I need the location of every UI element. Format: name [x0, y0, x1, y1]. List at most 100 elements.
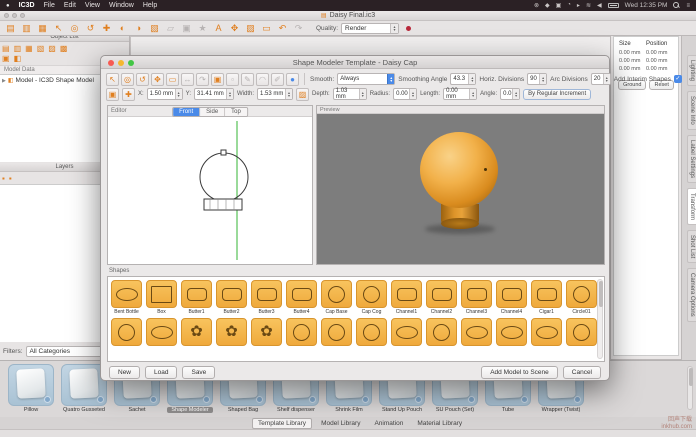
text-ai-icon[interactable]: A — [212, 22, 225, 35]
shape-thumbnail[interactable] — [356, 280, 387, 308]
shape-tile[interactable] — [566, 318, 597, 347]
pencil-tool-icon[interactable]: ✐ — [271, 73, 284, 86]
stepper-icon[interactable]: ▴▾ — [539, 74, 546, 84]
node-tool-icon[interactable]: ▫ — [226, 73, 239, 86]
shape-tile[interactable]: Channel1 — [391, 280, 422, 315]
visibility-icon[interactable]: ◧ — [14, 54, 22, 63]
stepper-icon[interactable]: ▴▾ — [603, 74, 610, 84]
shape-thumbnail[interactable] — [146, 318, 177, 346]
fill-tool-icon[interactable]: ▣ — [211, 73, 224, 86]
shape-thumbnail[interactable] — [531, 318, 562, 346]
side-tab[interactable]: Label Settings — [687, 135, 696, 183]
rotate-tool-icon[interactable]: ↺ — [136, 73, 149, 86]
angle-field[interactable]: 0.0 ▴▾ — [500, 88, 520, 100]
shape-tile[interactable] — [531, 318, 562, 347]
shape-thumbnail[interactable] — [321, 280, 352, 308]
add-interim-shapes-checkbox[interactable]: ✓ — [674, 75, 682, 83]
shape-tile[interactable] — [391, 318, 422, 347]
stepper-icon[interactable]: ▴▾ — [390, 24, 398, 33]
library-tab[interactable]: Model Library — [316, 419, 365, 428]
notification-center-icon[interactable]: ≡ — [686, 3, 690, 9]
shape-tile[interactable]: Channel2 — [426, 280, 457, 315]
bluetooth-icon[interactable]: ▸ — [577, 2, 580, 9]
display-icon[interactable]: ▣ — [556, 2, 562, 9]
shape-tile[interactable] — [216, 318, 247, 347]
select-tool-icon[interactable]: ↖ — [106, 73, 119, 86]
light-icon[interactable]: ◑ — [132, 22, 145, 35]
profile-canvas[interactable] — [108, 117, 312, 264]
remove-layer-icon[interactable]: ▪ — [9, 174, 12, 183]
menu-item[interactable]: Window — [109, 2, 134, 9]
shape-tile[interactable]: Butter1 — [181, 280, 212, 315]
smooth-dot-icon[interactable]: ● — [286, 73, 299, 86]
flip-tool-icon[interactable]: ↷ — [196, 73, 209, 86]
save-icon[interactable]: ▦ — [36, 22, 49, 35]
window-controls[interactable] — [4, 13, 25, 18]
shape-tile[interactable] — [461, 318, 492, 347]
undo-icon[interactable]: ↶ — [276, 22, 289, 35]
radius-field[interactable]: 0.00 ▴▾ — [393, 88, 417, 100]
spotlight-search-icon[interactable] — [673, 2, 680, 9]
menu-clock[interactable]: Wed 12:35 PM — [625, 2, 668, 9]
stepper-icon[interactable]: ▴▾ — [468, 74, 475, 84]
zoom-tool-icon[interactable]: ◎ — [121, 73, 134, 86]
position-value[interactable]: 0.00 mm — [646, 58, 673, 64]
template-scrollbar[interactable] — [687, 366, 693, 410]
link-icon[interactable]: ▣ — [2, 54, 10, 63]
shape-tile[interactable]: Bent Bottle — [111, 280, 142, 315]
move-icon[interactable]: ✚ — [100, 22, 113, 35]
position-value[interactable]: 0.00 mm — [646, 66, 673, 72]
shape-tile[interactable]: Circle01 — [566, 280, 597, 315]
library-tab[interactable]: Template Library — [252, 418, 312, 429]
shape-tile[interactable]: Box — [146, 280, 177, 315]
shape-thumbnail[interactable] — [566, 280, 597, 308]
shape-tile[interactable] — [321, 318, 352, 347]
add-layer-icon[interactable]: ▪ — [2, 174, 5, 183]
side-tab[interactable]: Lighting — [687, 55, 696, 86]
stepper-icon[interactable]: ▴▾ — [285, 89, 292, 99]
shape-tile[interactable]: Channel4 — [496, 280, 527, 315]
shape-thumbnail[interactable] — [461, 280, 492, 308]
shape-thumbnail[interactable] — [426, 280, 457, 308]
shape-thumbnail[interactable] — [216, 318, 247, 346]
box-model-icon[interactable]: ▨ — [244, 22, 257, 35]
new-file-icon[interactable]: ▤ — [4, 22, 17, 35]
shape-thumbnail[interactable] — [461, 318, 492, 346]
shape-thumbnail[interactable] — [181, 280, 212, 308]
regular-increment-button[interactable]: By Regular Increment — [523, 89, 591, 100]
template-tile[interactable]: Pillow — [8, 364, 54, 417]
menu-item[interactable]: Help — [143, 2, 157, 9]
shape-tile[interactable] — [496, 318, 527, 347]
horiz-divisions-field[interactable]: 90 ▴▾ — [527, 73, 547, 85]
cylinder-icon[interactable]: ▭ — [260, 22, 273, 35]
shape-thumbnail[interactable] — [426, 318, 457, 346]
shape-thumbnail[interactable] — [356, 318, 387, 346]
side-tab[interactable]: Transform — [687, 188, 696, 225]
shape-tile[interactable] — [286, 318, 317, 347]
shape-thumbnail[interactable] — [251, 280, 282, 308]
shape-tile[interactable]: Channel3 — [461, 280, 492, 315]
shade-icon[interactable]: ◐ — [116, 22, 129, 35]
shape-tile[interactable] — [251, 318, 282, 347]
menu-item[interactable]: Edit — [64, 2, 76, 9]
paint-icon[interactable]: ▨ — [296, 88, 309, 101]
shape-mode-icon[interactable]: ▣ — [106, 88, 119, 101]
library-tab[interactable]: Material Library — [412, 419, 467, 428]
remove-object-icon[interactable]: ▥ — [14, 44, 22, 53]
shape-tile[interactable] — [146, 318, 177, 347]
shape-tile[interactable]: Cap Cog — [356, 280, 387, 315]
arc-divisions-field[interactable]: 20 ▴▾ — [591, 73, 611, 85]
zoom-icon[interactable]: ◎ — [68, 22, 81, 35]
side-tab[interactable]: Camera Options — [687, 268, 696, 322]
view-tab[interactable]: Front — [173, 108, 200, 116]
hand-icon[interactable]: ✥ — [228, 22, 241, 35]
redo-icon[interactable]: ↷ — [292, 22, 305, 35]
orbit-icon[interactable]: ↺ — [84, 22, 97, 35]
quality-select[interactable]: Render ▴▾ — [341, 23, 399, 34]
shape-tile[interactable] — [356, 318, 387, 347]
shape-tile[interactable] — [111, 318, 142, 347]
shape-tile[interactable]: Butter2 — [216, 280, 247, 315]
shape-thumbnail[interactable] — [321, 318, 352, 346]
duplicate-icon[interactable]: ▨ — [48, 44, 56, 53]
favorite-icon[interactable]: ★ — [196, 22, 209, 35]
